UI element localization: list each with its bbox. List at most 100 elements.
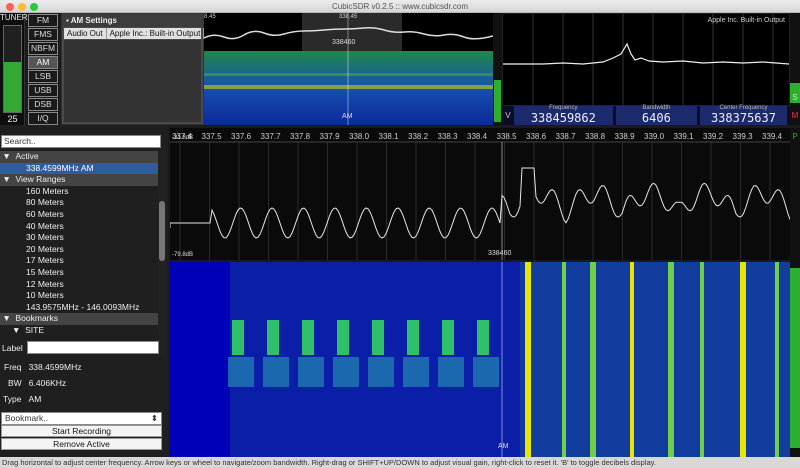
frequency-tick-label: 339.2	[703, 132, 724, 141]
start-recording-button[interactable]: Start Recording	[1, 425, 162, 437]
tab-built-in-output[interactable]: Apple Inc.: Built-in Output	[107, 28, 205, 39]
remove-active-button[interactable]: Remove Active	[1, 438, 162, 450]
s-button[interactable]: S	[790, 93, 800, 103]
range-item[interactable]: 143.9575MHz - 146.0093MHz	[0, 302, 158, 314]
tab-audio-out[interactable]: Audio Out	[64, 28, 107, 39]
minimize-button[interactable]	[18, 3, 26, 11]
top-waterfall-graphic	[204, 13, 493, 125]
chevron-updown-icon: ⬍	[150, 413, 158, 423]
mode-dsb[interactable]: DSB	[28, 98, 58, 111]
frequency-tick-label: 338.8	[585, 132, 606, 141]
range-item[interactable]: 60 Meters	[0, 209, 158, 221]
bw-value: 6.406KHz	[28, 378, 67, 388]
frequency-readout[interactable]: Frequency 338459862	[513, 105, 613, 125]
freq-row: Freq 338.4599MHz	[0, 362, 166, 372]
tuner-gain[interactable]: TUNER 25	[0, 13, 28, 125]
right-meter-strip: P	[790, 128, 800, 457]
mode-fms[interactable]: FMS	[28, 28, 58, 41]
search-input[interactable]: Search..	[1, 135, 161, 148]
audio-scope[interactable]: Apple Inc. Built-in Output	[502, 13, 790, 106]
bw-row: BW 6.406KHz	[0, 378, 166, 388]
range-item[interactable]: 30 Meters	[0, 232, 158, 244]
range-item[interactable]: 12 Meters	[0, 279, 158, 291]
type-value: AM	[28, 394, 42, 404]
main-waterfall[interactable]: AM	[170, 262, 790, 457]
mode-am[interactable]: AM	[28, 56, 58, 69]
bookmarks-header: Bookmarks	[15, 313, 59, 324]
tree-section-active[interactable]: ▼ Active	[0, 151, 158, 163]
frequency-tick-label: 337.7	[261, 132, 282, 141]
waterfall-graphic	[170, 262, 790, 457]
title-bar: CubicSDR v0.2.5 :: www.cubicsdr.com	[0, 0, 800, 13]
close-button[interactable]	[6, 3, 14, 11]
bandwidth-readout[interactable]: Bandwidth 6406	[615, 105, 697, 125]
audio-level-meter	[493, 13, 502, 125]
range-item[interactable]: 17 Meters	[0, 255, 158, 267]
tuner-gain-bar[interactable]	[3, 25, 22, 113]
frequency-tick-label: 338.4	[467, 132, 488, 141]
demod-mode-list: FM FMS NBFM AM LSB USB DSB I/Q	[28, 13, 58, 125]
range-item[interactable]: 20 Meters	[0, 244, 158, 256]
spectrum-center-label: 338460	[488, 250, 511, 257]
label-input[interactable]	[27, 341, 159, 354]
type-caption: Type	[3, 394, 22, 404]
frequency-tick-label: 338.7	[556, 132, 577, 141]
waterfall-mode-label: AM	[498, 443, 509, 450]
tree-scrollbar[interactable]	[158, 151, 166, 356]
spectrum-view[interactable]: 337.4 337.5 337.6 337.7 337.8 337.9 338.0 338.1…	[170, 128, 790, 260]
mode-iq[interactable]: I/Q	[28, 112, 58, 125]
db-top-label: -31.8dB	[172, 135, 193, 141]
tuner-gain-value: 25	[7, 114, 18, 124]
bookmark-tree: ▼ Active 338.4599MHz AM ▼ View Ranges 16…	[0, 151, 158, 356]
range-item[interactable]: 15 Meters	[0, 267, 158, 279]
scope-caption: Apple Inc. Built-in Output	[707, 17, 785, 24]
zoom-button[interactable]	[30, 3, 38, 11]
frequency-tick-label: 338.2	[408, 132, 429, 141]
am-settings-title-text: AM Settings	[70, 16, 117, 25]
am-settings-panel: ▪ AM Settings Audio Out Apple Inc.: Buil…	[61, 13, 205, 125]
tree-scrollbar-thumb[interactable]	[159, 201, 165, 261]
frequency-tick-label: 337.5	[202, 132, 223, 141]
range-item[interactable]: 80 Meters	[0, 197, 158, 209]
spectrum-graphic: 337.4 337.5 337.6 337.7 337.8 337.9 338.0 338.1…	[170, 128, 790, 260]
frequency-tick-label: 337.6	[231, 132, 252, 141]
range-item[interactable]: 40 Meters	[0, 221, 158, 233]
site-label: SITE	[25, 324, 45, 335]
am-settings-body	[64, 40, 201, 122]
range-item[interactable]: 160 Meters	[0, 186, 158, 198]
tree-section-view-ranges[interactable]: ▼ View Ranges	[0, 174, 158, 186]
p-button[interactable]: P	[790, 132, 800, 142]
center-frequency-readout[interactable]: Center Frequency 338375637	[699, 105, 787, 125]
top-waterfall[interactable]: 8.45 338.45 338460 AM	[204, 13, 493, 125]
waterfall-gain-meter[interactable]	[790, 268, 800, 448]
frequency-tick-label: 338.9	[615, 132, 636, 141]
frequency-tick-label: 338.5	[497, 132, 518, 141]
bookmark-panel: Search.. ▼ Active 338.4599MHz AM ▼ View …	[0, 125, 168, 457]
frequency-tick-label: 338.0	[349, 132, 370, 141]
right-button-strip: S M	[790, 13, 800, 125]
status-bar: Drag horizontal to adjust center frequen…	[0, 457, 800, 468]
bandwidth-value: 6406	[641, 111, 671, 125]
freq-value: 338.4599MHz	[28, 362, 82, 372]
bookmark-select-value: Bookmark..	[5, 413, 48, 423]
center-frequency-value: 338375637	[710, 111, 776, 125]
audio-level-fill	[494, 80, 501, 122]
frequency-tick-label: 339.4	[762, 132, 783, 141]
mode-fm[interactable]: FM	[28, 14, 58, 27]
readout-bar: V Frequency 338459862 Bandwidth 6406 Cen…	[502, 105, 790, 125]
frequency-tick-label: 337.9	[320, 132, 341, 141]
range-item[interactable]: 10 Meters	[0, 290, 158, 302]
tree-section-bookmarks[interactable]: ▼ Bookmarks	[0, 313, 158, 325]
top-waterfall-mode: AM	[342, 113, 353, 120]
bookmark-select[interactable]: Bookmark.. ⬍	[1, 412, 162, 425]
mode-usb[interactable]: USB	[28, 84, 58, 97]
type-row: Type AM	[0, 394, 166, 404]
frequency-tick-label: 338.3	[438, 132, 459, 141]
tree-section-site[interactable]: ▼ SITE	[0, 325, 158, 337]
am-settings-title: ▪ AM Settings	[62, 14, 203, 27]
frequency-tick-label: 338.1	[379, 132, 400, 141]
mode-nbfm[interactable]: NBFM	[28, 42, 58, 55]
mode-lsb[interactable]: LSB	[28, 70, 58, 83]
active-item[interactable]: 338.4599MHz AM	[0, 162, 158, 175]
m-button[interactable]: M	[790, 111, 800, 121]
